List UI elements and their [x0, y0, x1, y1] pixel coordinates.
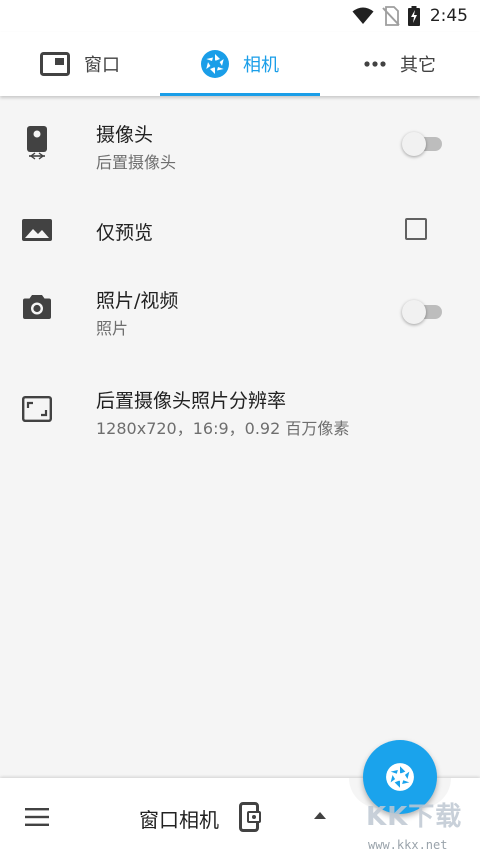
setting-title: 仅预览 — [96, 222, 154, 244]
tab-label-camera: 相机 — [243, 55, 279, 76]
camera-switch-icon — [27, 126, 47, 160]
setting-resolution[interactable]: 后置摄像头照片分辨率 1280x720，16:9，0.92 百万像素 — [0, 362, 480, 462]
setting-photo-video[interactable]: 照片/视频 照片 — [0, 262, 480, 362]
tab-bar: 窗口 相机 其它 — [0, 32, 480, 96]
shutter-icon — [386, 763, 414, 791]
setting-preview-only[interactable]: 仅预览 — [0, 196, 480, 262]
setting-subtitle: 1280x720，16:9，0.92 百万像素 — [96, 419, 350, 438]
setting-subtitle: 照片 — [96, 319, 129, 338]
status-bar: 2:45 — [0, 0, 480, 32]
aspect-ratio-icon — [22, 396, 52, 422]
preview-only-checkbox[interactable] — [405, 218, 427, 240]
tab-window[interactable]: 窗口 — [0, 32, 160, 96]
window-icon — [40, 52, 70, 76]
status-time: 2:45 — [429, 6, 468, 26]
no-sim-icon — [382, 6, 400, 26]
phone-window-icon — [239, 802, 261, 832]
caret-up-icon[interactable] — [314, 812, 326, 819]
tab-other[interactable]: 其它 — [320, 32, 480, 96]
tab-label-other: 其它 — [400, 55, 436, 76]
camera-icon — [23, 295, 51, 319]
setting-title: 后置摄像头照片分辨率 — [96, 390, 287, 412]
photo-video-toggle-switch[interactable] — [402, 300, 444, 324]
setting-title: 摄像头 — [96, 124, 154, 146]
watermark-logo: KK下载 — [366, 802, 463, 832]
setting-camera[interactable]: 摄像头 后置摄像头 — [0, 96, 480, 196]
tab-label-window: 窗口 — [84, 55, 120, 76]
tab-camera[interactable]: 相机 — [160, 32, 320, 96]
watermark-url: www.kkx.net — [368, 838, 448, 852]
camera-toggle-switch[interactable] — [402, 132, 444, 156]
wifi-icon — [352, 7, 374, 24]
hamburger-menu-icon[interactable] — [25, 808, 49, 826]
bottom-bar-title: 窗口相机 — [139, 808, 219, 832]
shutter-icon — [201, 50, 229, 78]
setting-subtitle: 后置摄像头 — [96, 153, 177, 172]
battery-charging-icon — [407, 6, 420, 26]
image-icon — [22, 219, 52, 241]
more-dots-icon — [364, 61, 386, 67]
setting-title: 照片/视频 — [96, 290, 179, 312]
